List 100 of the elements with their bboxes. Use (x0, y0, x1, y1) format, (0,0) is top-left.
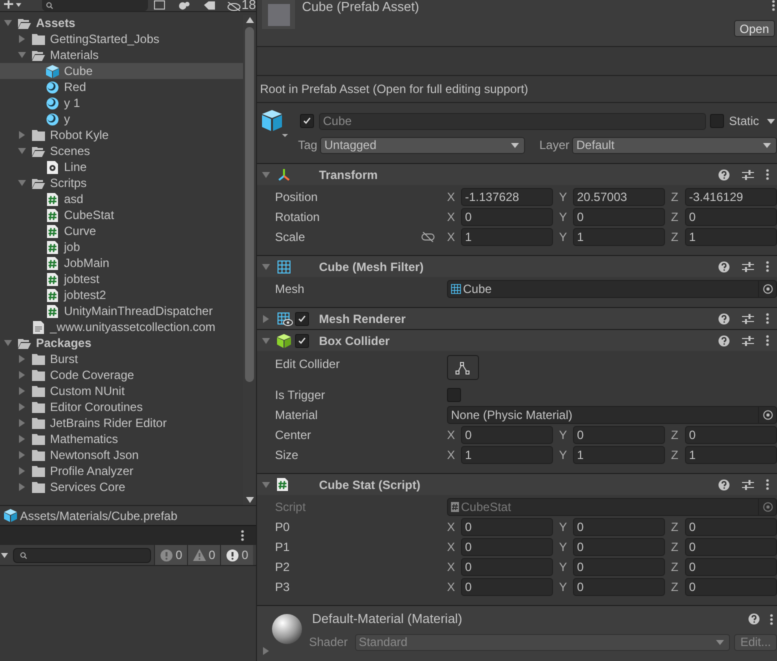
number-field[interactable]: 0 (461, 518, 553, 536)
log-count-toggle[interactable]: 0 (154, 545, 187, 565)
number-field[interactable]: 1 (685, 446, 777, 464)
tag-icon[interactable] (204, 1, 215, 10)
tree-item[interactable]: CubeStat (0, 207, 243, 223)
help-icon[interactable] (748, 613, 760, 625)
tree-item[interactable]: Profile Analyzer (0, 463, 243, 479)
scroll-up-icon[interactable] (246, 17, 254, 23)
static-checkbox[interactable] (710, 114, 724, 128)
component-header[interactable]: Cube Stat (Script) (257, 474, 777, 495)
add-icon[interactable] (4, 0, 22, 10)
tree-item[interactable]: GettingStarted_Jobs (0, 31, 243, 47)
scrollbar[interactable] (243, 15, 256, 505)
number-field[interactable]: 0 (573, 578, 665, 596)
number-field[interactable]: 0 (685, 538, 777, 556)
more-options-icon[interactable] (772, 0, 775, 11)
object-field[interactable]: Cube (447, 280, 777, 298)
tree-item[interactable]: JetBrains Rider Editor (0, 415, 243, 431)
expand-arrow-icon[interactable] (262, 336, 270, 344)
tree-item[interactable]: y (0, 111, 243, 127)
more-options-icon[interactable] (766, 261, 769, 272)
tree-item[interactable]: UnityMainThreadDispatcher (0, 303, 243, 319)
layer-dropdown[interactable]: Default (572, 136, 777, 154)
target-icon[interactable] (762, 410, 772, 420)
expand-arrow-icon[interactable] (262, 170, 270, 178)
tree-item[interactable]: Assets (0, 15, 243, 31)
number-field[interactable]: 0 (573, 518, 665, 536)
enable-checkbox[interactable] (295, 334, 309, 348)
dropdown-arrow-icon[interactable] (767, 118, 775, 124)
tree-item[interactable]: Red (0, 79, 243, 95)
tree-item[interactable]: y 1 (0, 95, 243, 111)
tree-item[interactable]: Editor Coroutines (0, 399, 243, 415)
tree-item[interactable]: Robot Kyle (0, 127, 243, 143)
tree-item[interactable]: job (0, 239, 243, 255)
sliders-icon[interactable] (742, 260, 754, 272)
help-icon[interactable] (718, 312, 730, 324)
open-button[interactable]: Open (734, 20, 775, 37)
number-field[interactable]: 0 (685, 558, 777, 576)
checkbox[interactable] (447, 388, 461, 402)
tree-item[interactable]: Burst (0, 351, 243, 367)
tree-item[interactable]: Line (0, 159, 243, 175)
number-field[interactable]: 20.57003 (573, 188, 665, 206)
object-field[interactable]: None (Physic Material) (447, 406, 777, 424)
tree-item[interactable]: jobtest (0, 271, 243, 287)
number-field[interactable]: 0 (461, 426, 553, 444)
sliders-icon[interactable] (742, 312, 754, 324)
tree-item[interactable]: Scritps (0, 175, 243, 191)
search-field[interactable] (42, 0, 148, 11)
number-field[interactable]: 0 (685, 518, 777, 536)
name-field[interactable]: Cube (319, 112, 706, 130)
tree-item[interactable]: Code Coverage (0, 367, 243, 383)
tree-item[interactable]: Packages (0, 335, 243, 351)
number-field[interactable]: 1 (573, 228, 665, 246)
unlink-icon[interactable] (421, 232, 435, 242)
sliders-icon[interactable] (742, 478, 754, 490)
component-header[interactable]: Mesh Renderer (257, 308, 777, 329)
help-icon[interactable] (718, 260, 730, 272)
sliders-icon[interactable] (742, 168, 754, 180)
tree-item[interactable]: Scenes (0, 143, 243, 159)
help-icon[interactable] (718, 168, 730, 180)
more-options-icon[interactable] (766, 169, 769, 180)
tree-item[interactable]: Newtonsoft Json (0, 447, 243, 463)
more-options-icon[interactable] (766, 479, 769, 490)
help-icon[interactable] (718, 334, 730, 346)
expand-arrow-icon[interactable] (18, 179, 26, 187)
hidden-eye-icon[interactable] (226, 2, 241, 11)
tag-dropdown[interactable]: Untagged (320, 136, 526, 154)
target-icon[interactable] (762, 284, 772, 294)
active-checkbox[interactable] (300, 114, 314, 128)
number-field[interactable]: 1 (685, 228, 777, 246)
component-header[interactable]: Box Collider (257, 330, 777, 351)
tree-item[interactable]: JobMain (0, 255, 243, 271)
tree-item[interactable]: _www.unityassetcollection.com (0, 319, 243, 335)
more-options-icon[interactable] (241, 530, 244, 541)
component-header[interactable]: Transform (257, 164, 777, 185)
log-count-toggle[interactable]: 0 (220, 545, 253, 565)
number-field[interactable]: 1 (461, 446, 553, 464)
dropdown-arrow-icon[interactable] (1, 552, 8, 558)
number-field[interactable]: 0 (573, 426, 665, 444)
edit-collider-button[interactable] (447, 355, 479, 380)
number-field[interactable]: 0 (461, 578, 553, 596)
search-field[interactable] (13, 548, 151, 562)
number-field[interactable]: 0 (685, 426, 777, 444)
component-header[interactable]: Cube (Mesh Filter) (257, 256, 777, 277)
number-field[interactable]: 0 (573, 558, 665, 576)
expand-arrow-icon[interactable] (262, 314, 270, 322)
tree-item[interactable]: jobtest2 (0, 287, 243, 303)
more-options-icon[interactable] (770, 614, 773, 624)
expand-arrow-icon[interactable] (262, 480, 270, 488)
tree-item[interactable]: Materials (0, 47, 243, 63)
expand-arrow-icon[interactable] (262, 262, 270, 270)
number-field[interactable]: 1 (573, 446, 665, 464)
tree-item[interactable]: asd (0, 191, 243, 207)
number-field[interactable]: 1 (461, 228, 553, 246)
number-field[interactable]: 0 (685, 208, 777, 226)
sliders-icon[interactable] (742, 334, 754, 346)
shapes-icon[interactable] (178, 1, 190, 10)
number-field[interactable]: 0 (685, 578, 777, 596)
scroll-down-icon[interactable] (246, 497, 254, 503)
more-options-icon[interactable] (766, 313, 769, 324)
